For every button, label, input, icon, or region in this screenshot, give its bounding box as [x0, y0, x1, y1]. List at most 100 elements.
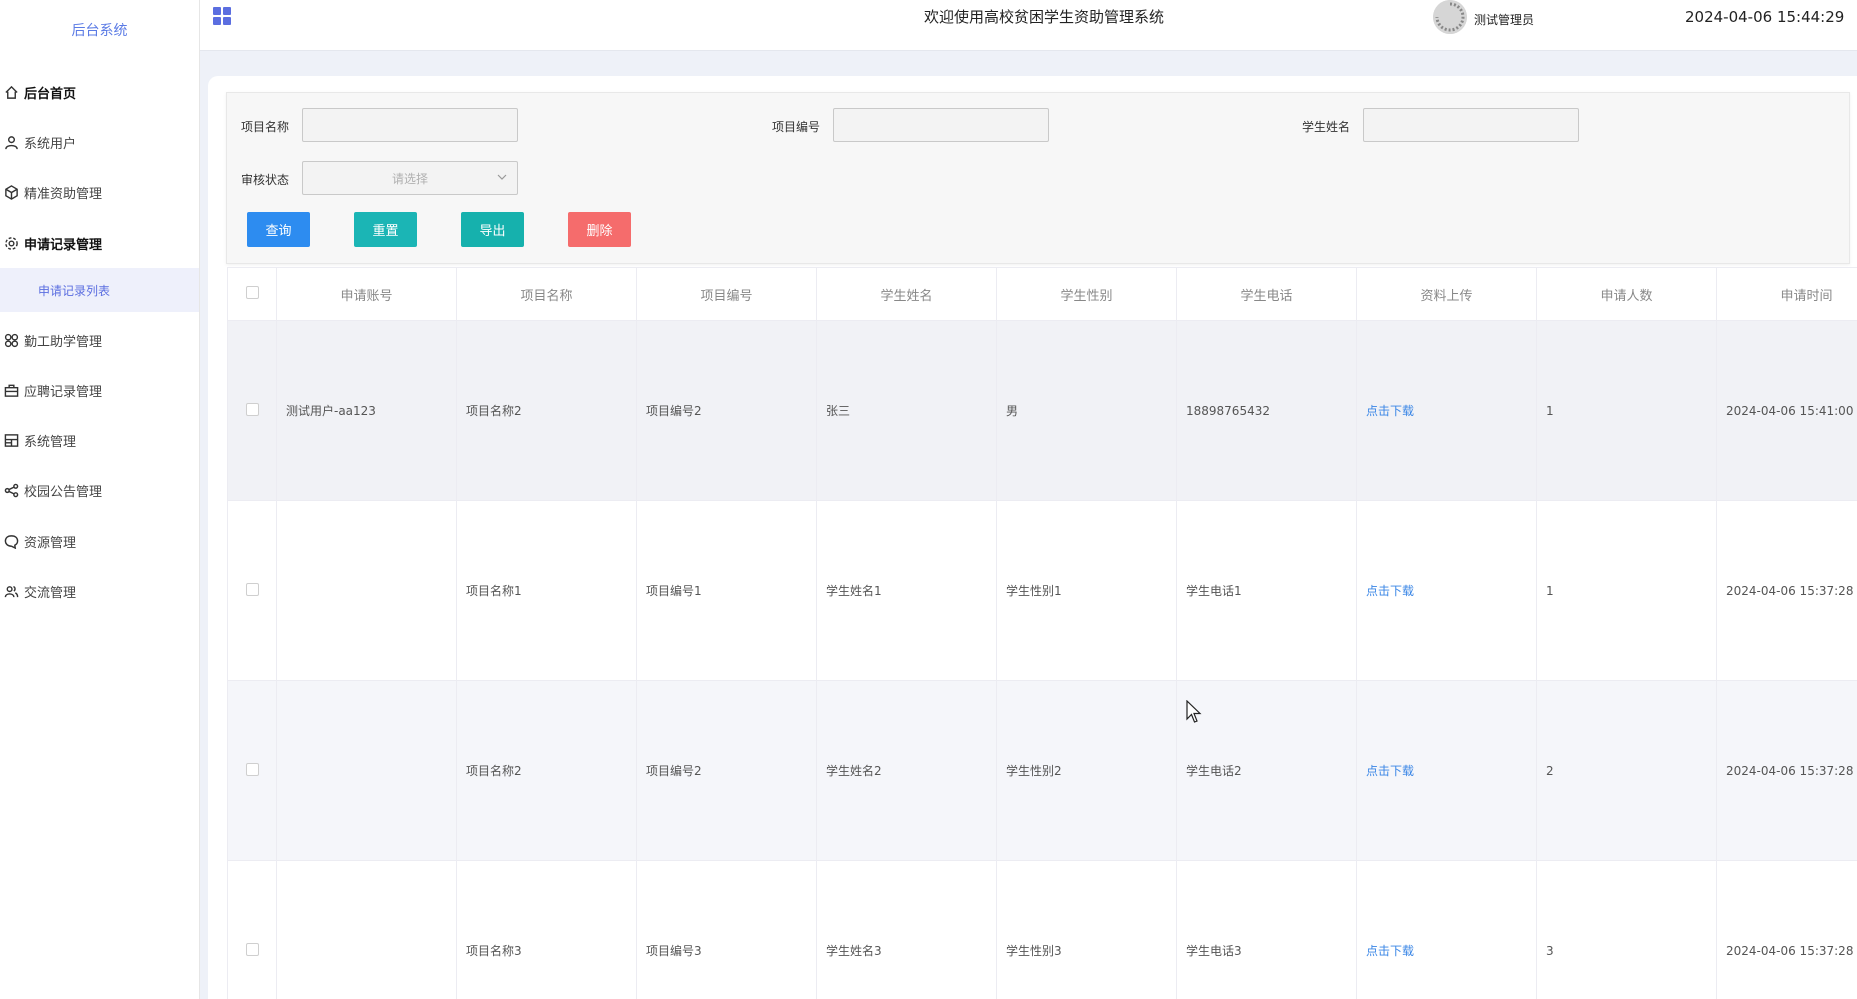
column-header[interactable]: 学生电话: [1176, 267, 1357, 321]
sidebar-item-system-users[interactable]: 系统用户: [0, 120, 199, 164]
records-table: 申请账号 项目名称 项目编号 学生姓名 学生性别 学生电话 资料上传 申请人数 …: [227, 267, 1857, 999]
delete-button[interactable]: 删除: [568, 212, 631, 247]
column-header[interactable]: 申请时间: [1716, 267, 1857, 321]
layout-icon: [2, 431, 20, 449]
sidebar-item-label: 勤工助学管理: [24, 334, 103, 350]
student-name-input[interactable]: [1363, 108, 1579, 142]
cell-time: 2024-04-06 15:37:28: [1716, 860, 1857, 999]
select-all-checkbox[interactable]: [245, 285, 259, 299]
select-all-checkbox-cell[interactable]: [227, 267, 277, 321]
cell-gender: 学生性别2: [996, 680, 1177, 861]
status-select[interactable]: 请选择: [302, 161, 518, 195]
mouse-cursor-icon: [1186, 699, 1202, 724]
sidebar-item-work-study[interactable]: 勤工助学管理: [0, 318, 199, 362]
row-checkbox[interactable]: [245, 402, 259, 416]
sidebar-item-job-applications[interactable]: 应聘记录管理: [0, 368, 199, 412]
table-row[interactable]: 项目名称1 项目编号1 学生姓名1 学生性别1 学生电话1 点击下载 1 202…: [227, 500, 1857, 681]
cell-project-name: 项目名称1: [456, 500, 637, 681]
table-row[interactable]: 项目名称3 项目编号3 学生姓名3 学生性别3 学生电话3 点击下载 3 202…: [227, 860, 1857, 999]
cell-student-name: 张三: [816, 320, 997, 501]
chevron-down-icon: [496, 171, 508, 183]
page-title: 欢迎使用高校贫困学生资助管理系统: [924, 8, 1165, 26]
cell-project-name: 项目名称2: [456, 320, 637, 501]
cell-time: 2024-04-06 15:37:28: [1716, 680, 1857, 861]
download-link[interactable]: 点击下载: [1366, 404, 1414, 418]
sidebar-item-label: 系统管理: [24, 434, 77, 450]
project-name-label: 项目名称: [241, 120, 290, 134]
user-name[interactable]: 测试管理员: [1474, 11, 1534, 28]
column-header[interactable]: 项目编号: [636, 267, 817, 321]
sidebar-item-communication[interactable]: 交流管理: [0, 569, 199, 613]
sidebar-subitem-application-list[interactable]: 申请记录列表: [0, 268, 199, 312]
cell-account: [276, 680, 457, 861]
cell-project-code: 项目编号3: [636, 860, 817, 999]
grid-icon: [2, 331, 20, 349]
cell-upload: 点击下载: [1356, 500, 1537, 681]
sidebar-item-label: 后台首页: [24, 86, 77, 102]
users-icon: [2, 582, 20, 600]
row-checkbox-cell[interactable]: [227, 860, 277, 999]
row-checkbox-cell[interactable]: [227, 320, 277, 501]
sidebar-subitem-label: 申请记录列表: [38, 283, 111, 298]
cell-phone: 学生电话1: [1176, 500, 1357, 681]
column-header[interactable]: 项目名称: [456, 267, 637, 321]
project-code-input[interactable]: [833, 108, 1049, 142]
cell-phone: 学生电话3: [1176, 860, 1357, 999]
column-header[interactable]: 申请人数: [1536, 267, 1717, 321]
project-name-input[interactable]: [302, 108, 518, 142]
home-icon: [2, 83, 20, 101]
cube-icon: [2, 183, 20, 201]
cell-account: [276, 500, 457, 681]
download-link[interactable]: 点击下载: [1366, 764, 1414, 778]
row-checkbox-cell[interactable]: [227, 500, 277, 681]
cell-student-name: 学生姓名3: [816, 860, 997, 999]
cell-account: 测试用户-aa123: [276, 320, 457, 501]
sidebar: 后台系统 后台首页 系统用户 精准资助管理 申请记录管理 申请记录列表 勤工助学…: [0, 0, 200, 999]
status-select-placeholder: 请选择: [391, 171, 428, 186]
user-icon: [2, 133, 20, 151]
cell-time: 2024-04-06 15:37:28: [1716, 500, 1857, 681]
row-checkbox[interactable]: [245, 582, 259, 596]
cell-phone: 学生电话2: [1176, 680, 1357, 861]
column-header[interactable]: 申请账号: [276, 267, 457, 321]
sidebar-item-precise-aid[interactable]: 精准资助管理: [0, 170, 199, 214]
query-button[interactable]: 查询: [247, 212, 310, 247]
cell-count: 2: [1536, 680, 1717, 861]
share-icon: [2, 481, 20, 499]
cell-student-name: 学生姓名1: [816, 500, 997, 681]
column-header[interactable]: 资料上传: [1356, 267, 1537, 321]
sidebar-item-label: 系统用户: [24, 136, 77, 152]
student-name-label: 学生姓名: [1302, 120, 1351, 134]
apps-grid-icon[interactable]: [212, 6, 232, 26]
sidebar-item-campus-notices[interactable]: 校园公告管理: [0, 468, 199, 512]
sidebar-item-system-management[interactable]: 系统管理: [0, 418, 199, 462]
column-header[interactable]: 学生性别: [996, 267, 1177, 321]
sidebar-item-label: 精准资助管理: [24, 186, 103, 202]
cell-gender: 学生性别3: [996, 860, 1177, 999]
export-button[interactable]: 导出: [461, 212, 524, 247]
table-header-row: 申请账号 项目名称 项目编号 学生姓名 学生性别 学生电话 资料上传 申请人数 …: [227, 267, 1857, 321]
chat-icon: [2, 532, 20, 550]
sidebar-item-home[interactable]: 后台首页: [0, 70, 199, 114]
status-label: 审核状态: [241, 173, 290, 187]
row-checkbox[interactable]: [245, 762, 259, 776]
sidebar-item-label: 申请记录管理: [24, 237, 103, 253]
avatar[interactable]: [1433, 0, 1467, 34]
row-checkbox-cell[interactable]: [227, 680, 277, 861]
table-row[interactable]: 项目名称2 项目编号2 学生姓名2 学生性别2 学生电话2 点击下载 2 202…: [227, 680, 1857, 861]
sidebar-item-resources[interactable]: 资源管理: [0, 519, 199, 563]
row-checkbox[interactable]: [245, 942, 259, 956]
reset-button[interactable]: 重置: [354, 212, 417, 247]
top-header: 欢迎使用高校贫困学生资助管理系统 测试管理员 2024-04-06 15:44:…: [200, 0, 1857, 51]
gear-icon: [2, 234, 20, 252]
column-header[interactable]: 学生姓名: [816, 267, 997, 321]
cell-time: 2024-04-06 15:41:00: [1716, 320, 1857, 501]
cell-student-name: 学生姓名2: [816, 680, 997, 861]
cell-upload: 点击下载: [1356, 860, 1537, 999]
download-link[interactable]: 点击下载: [1366, 584, 1414, 598]
table-row[interactable]: 测试用户-aa123 项目名称2 项目编号2 张三 男 18898765432 …: [227, 320, 1857, 501]
sidebar-item-application-records[interactable]: 申请记录管理: [0, 221, 199, 265]
cell-upload: 点击下载: [1356, 680, 1537, 861]
download-link[interactable]: 点击下载: [1366, 944, 1414, 958]
cell-gender: 男: [996, 320, 1177, 501]
